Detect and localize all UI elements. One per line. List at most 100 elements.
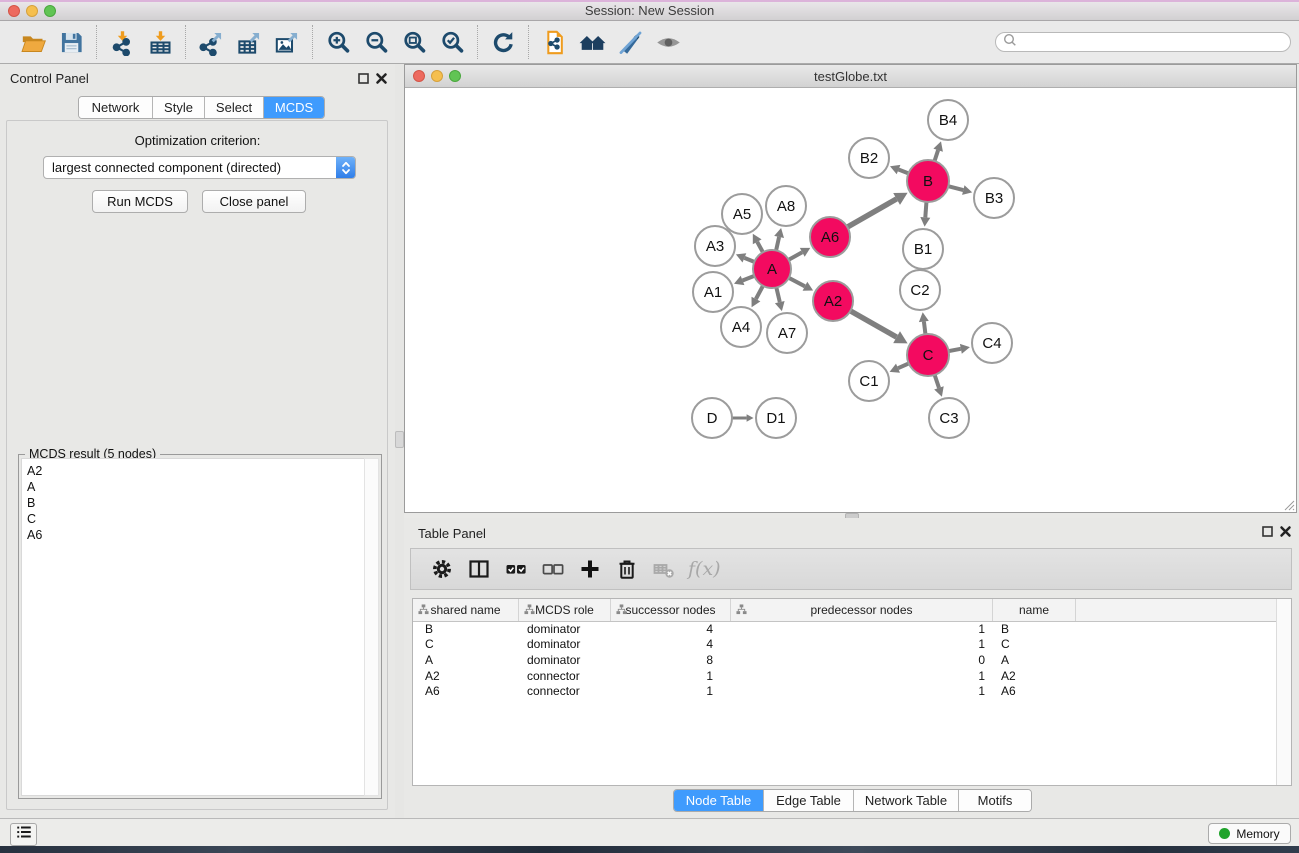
- column-header-MCDS-role[interactable]: MCDS role: [519, 599, 611, 621]
- result-scrollbar[interactable]: [364, 458, 379, 796]
- tab-style[interactable]: Style: [153, 97, 205, 118]
- search-input[interactable]: [995, 32, 1291, 52]
- svg-text:A8: A8: [777, 198, 795, 215]
- home-icon[interactable]: [573, 25, 611, 59]
- graph-node-A5[interactable]: A5: [722, 194, 762, 234]
- save-session-icon[interactable]: [52, 25, 90, 59]
- svg-text:A: A: [767, 261, 777, 278]
- close-panel-button[interactable]: Close panel: [202, 190, 306, 213]
- hide-annotations-icon[interactable]: [611, 25, 649, 59]
- column-header-predecessor-nodes[interactable]: predecessor nodes: [731, 599, 993, 621]
- criterion-select[interactable]: largest connected component (directed): [43, 156, 356, 179]
- open-session-icon[interactable]: [14, 25, 52, 59]
- graph-node-A6[interactable]: A6: [810, 217, 850, 257]
- result-item[interactable]: C: [27, 511, 365, 527]
- graph-node-A3[interactable]: A3: [695, 226, 735, 266]
- float-table-panel-icon[interactable]: [1261, 525, 1275, 539]
- refresh-icon[interactable]: [484, 25, 522, 59]
- export-table-icon[interactable]: [230, 25, 268, 59]
- settings-gear-icon[interactable]: [423, 552, 460, 586]
- result-item[interactable]: A2: [27, 463, 365, 479]
- run-mcds-button[interactable]: Run MCDS: [92, 190, 188, 213]
- column-header-successor-nodes[interactable]: successor nodes: [611, 599, 731, 621]
- column-header-name[interactable]: name: [993, 599, 1076, 621]
- result-item[interactable]: B: [27, 495, 365, 511]
- graph-node-C4[interactable]: C4: [972, 323, 1012, 363]
- table-row[interactable]: Bdominator41B: [413, 621, 1277, 637]
- session-list-button[interactable]: [10, 823, 37, 846]
- graph-node-B2[interactable]: B2: [849, 138, 889, 178]
- tab-select[interactable]: Select: [205, 97, 264, 118]
- memory-button[interactable]: Memory: [1208, 823, 1291, 844]
- mcds-result-list[interactable]: A2ABCA6: [21, 458, 366, 796]
- table-scrollbar[interactable]: [1276, 599, 1291, 785]
- tab-edge-table[interactable]: Edge Table: [764, 790, 854, 811]
- node-table: shared nameMCDS rolesuccessor nodesprede…: [412, 598, 1292, 786]
- tab-network[interactable]: Network: [79, 97, 153, 118]
- zoom-in-icon[interactable]: [319, 25, 357, 59]
- show-graphics-icon[interactable]: [649, 25, 687, 59]
- graph-node-D1[interactable]: D1: [756, 398, 796, 438]
- graph-node-A7[interactable]: A7: [767, 313, 807, 353]
- new-network-doc-icon[interactable]: [535, 25, 573, 59]
- resize-grip-icon[interactable]: [1282, 498, 1295, 511]
- result-item[interactable]: A6: [27, 527, 365, 543]
- graph-node-A8[interactable]: A8: [766, 186, 806, 226]
- table-cell: C: [993, 637, 1076, 651]
- desktop-wallpaper-strip: [0, 846, 1299, 853]
- network-canvas[interactable]: B4 B2 B B3 A8 A5 A6 A3 B1 A C2 A1 A2 A4A7 C4 C C1 C3 D D1: [405, 87, 1296, 512]
- zoom-out-icon[interactable]: [357, 25, 395, 59]
- select-none-icon[interactable]: [534, 552, 571, 586]
- graph-node-D[interactable]: D: [692, 398, 732, 438]
- zoom-selected-icon[interactable]: [433, 25, 471, 59]
- close-panel-icon[interactable]: [375, 72, 389, 86]
- search-area: [995, 32, 1291, 52]
- vertical-splitter[interactable]: [395, 64, 404, 818]
- select-all-checked-icon[interactable]: [497, 552, 534, 586]
- table-row[interactable]: Cdominator41C: [413, 637, 1277, 653]
- export-network-icon[interactable]: [192, 25, 230, 59]
- import-network-icon[interactable]: [103, 25, 141, 59]
- graph-node-C2[interactable]: C2: [900, 270, 940, 310]
- float-panel-icon[interactable]: [357, 72, 371, 86]
- select-stepper-icon: [336, 157, 355, 178]
- delete-column-icon[interactable]: [608, 552, 645, 586]
- hierarchy-icon: [616, 604, 627, 618]
- export-image-icon[interactable]: [268, 25, 306, 59]
- graph-node-C[interactable]: C: [907, 334, 949, 376]
- table-row[interactable]: Adominator80A: [413, 652, 1277, 668]
- tab-node-table[interactable]: Node Table: [674, 790, 764, 811]
- graph-node-B[interactable]: B: [907, 160, 949, 202]
- table-panel-title: Table Panel: [418, 526, 486, 541]
- add-column-icon[interactable]: [571, 552, 608, 586]
- graph-node-A2[interactable]: A2: [813, 281, 853, 321]
- graph-node-B4[interactable]: B4: [928, 100, 968, 140]
- table-cell: B: [413, 622, 519, 636]
- column-view-icon[interactable]: [460, 552, 497, 586]
- close-table-panel-icon[interactable]: [1279, 525, 1293, 539]
- splitter-grip[interactable]: [395, 431, 404, 448]
- table-cell: 1: [731, 622, 993, 636]
- table-row[interactable]: A6connector11A6: [413, 683, 1277, 699]
- tab-network-table[interactable]: Network Table: [854, 790, 959, 811]
- column-header-shared-name[interactable]: shared name: [413, 599, 519, 621]
- network-view-window: testGlobe.txt B4B2BB3A8A5A6A3B1AC2A1A2A4…: [404, 64, 1297, 513]
- graph-node-A1[interactable]: A1: [693, 272, 733, 312]
- result-item[interactable]: A: [27, 479, 365, 495]
- graph-node-A4[interactable]: A4: [721, 307, 761, 347]
- graph-node-B3[interactable]: B3: [974, 178, 1014, 218]
- tab-mcds[interactable]: MCDS: [264, 97, 324, 118]
- session-title: Session: New Session: [0, 3, 1299, 18]
- graph-node-C1[interactable]: C1: [849, 361, 889, 401]
- status-bar: Memory: [0, 818, 1299, 846]
- zoom-fit-icon[interactable]: [395, 25, 433, 59]
- mac-titlebar: Session: New Session: [0, 0, 1299, 21]
- tab-motifs[interactable]: Motifs: [959, 790, 1031, 811]
- table-row[interactable]: A2connector11A2: [413, 668, 1277, 684]
- graph-node-C3[interactable]: C3: [929, 398, 969, 438]
- graph-node-B1[interactable]: B1: [903, 229, 943, 269]
- toolbar-group: [528, 25, 693, 59]
- import-table-icon[interactable]: [141, 25, 179, 59]
- graph-node-A[interactable]: A: [753, 250, 791, 288]
- svg-text:B: B: [923, 173, 933, 190]
